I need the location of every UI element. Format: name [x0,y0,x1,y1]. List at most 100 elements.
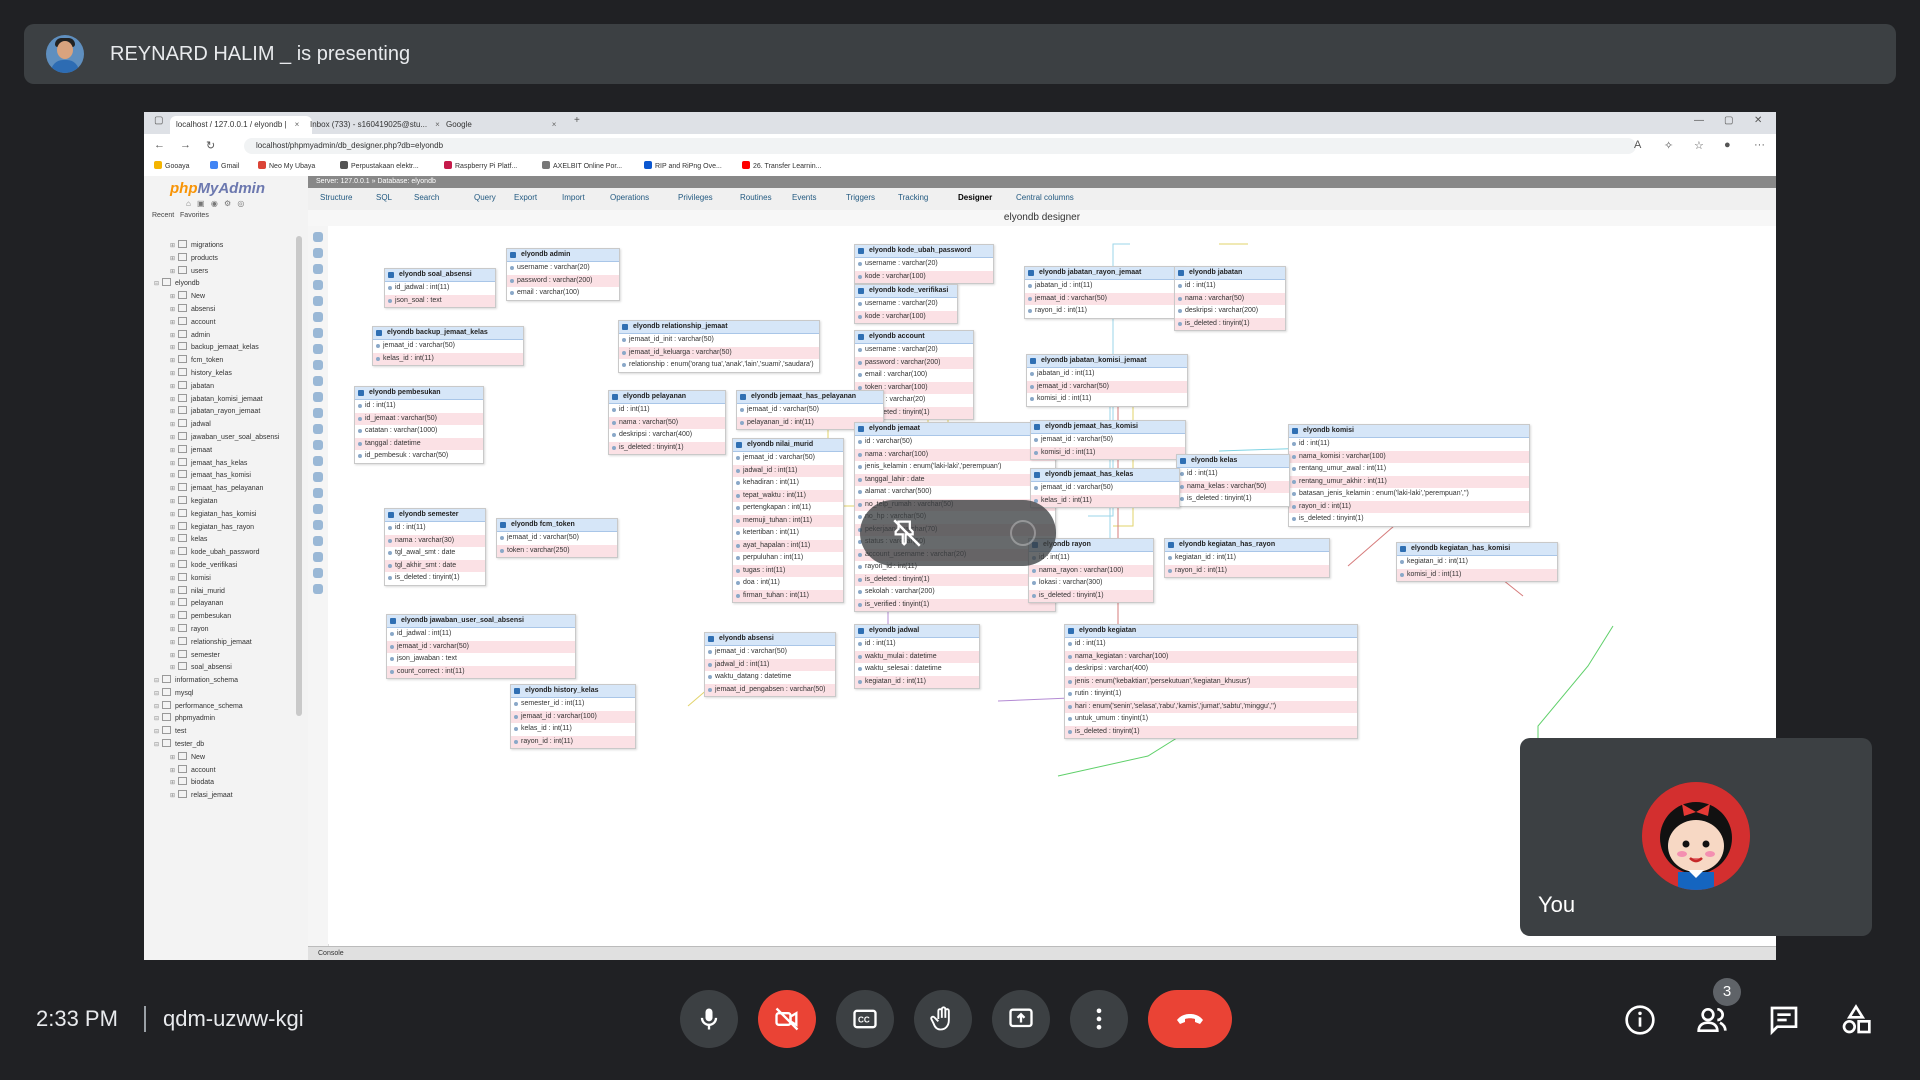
bookmark[interactable]: Perpustakaan elektr... [340,161,419,170]
er-table[interactable]: elyondb admin username : varchar(20) passw… [506,248,620,301]
er-table[interactable]: elyondb jadwal id : int(11) waktu_mulai : … [854,624,980,689]
toolbar-button[interactable] [313,328,323,338]
tree-item[interactable]: ⊞ account [154,316,304,330]
tree-item[interactable]: ⊞ migrations [154,240,304,253]
er-table[interactable]: elyondb semester id : int(11) nama : varch… [384,508,486,586]
tab-query[interactable]: Query [474,193,496,202]
er-table[interactable]: elyondb fcm_token jemaat_id : varchar(50)… [496,518,618,558]
reload-icon[interactable]: ↻ [206,139,215,152]
tree-item[interactable]: ⊞ New [154,751,304,765]
nav-scrollbar[interactable] [296,236,302,716]
toolbar-button[interactable] [313,440,323,450]
bookmark[interactable]: 26. Transfer Learnin... [742,161,821,170]
er-table-header[interactable]: elyondb kegiatan_has_rayon [1165,539,1329,552]
er-table[interactable]: elyondb jabatan_komisi_jemaat jabatan_id … [1026,354,1188,407]
er-table-header[interactable]: elyondb jawaban_user_soal_absensi [387,615,575,628]
tree-item[interactable]: ⊟ phpmyadmin [154,713,304,726]
toolbar-button[interactable] [313,472,323,482]
er-table-header[interactable]: elyondb soal_absensi [385,269,495,282]
toolbar-button[interactable] [313,280,323,290]
menu-icon[interactable]: ··· [1754,139,1765,151]
er-table-header[interactable]: elyondb jemaat [855,423,1055,436]
tab-operations[interactable]: Operations [610,193,649,202]
er-table[interactable]: elyondb jawaban_user_soal_absensi id_jadw… [386,614,576,679]
tab-events[interactable]: Events [792,193,816,202]
er-table[interactable]: elyondb kegiatan id : int(11) nama_kegiata… [1064,624,1358,739]
er-table-header[interactable]: elyondb absensi [705,633,835,646]
er-table-header[interactable]: elyondb jemaat_has_kelas [1031,469,1179,482]
bookmark[interactable]: RIP and RiPng Ove... [644,161,722,170]
new-tab-icon[interactable]: + [574,115,580,126]
back-icon[interactable]: ← [154,139,165,151]
toolbar-button[interactable] [313,248,323,258]
er-table[interactable]: elyondb jemaat_has_komisi jemaat_id : var… [1030,420,1186,460]
tab-triggers[interactable]: Triggers [846,193,875,202]
tree-item[interactable]: ⊟ mysql [154,687,304,701]
profile-icon[interactable]: ● [1724,139,1731,151]
tree-item[interactable]: ⊟ tester_db [154,739,304,752]
remove-icon[interactable] [1010,520,1036,546]
tab-list-icon[interactable]: ▢ [154,115,163,126]
toolbar-button[interactable] [313,424,323,434]
bookmark[interactable]: Gooaya [154,161,190,170]
tree-item[interactable]: ⊞ rayon [154,623,304,637]
bookmark[interactable]: AXELBIT Online Por... [542,161,622,170]
toolbar-button[interactable] [313,264,323,274]
bookmark[interactable]: Gmail [210,161,239,170]
tree-item[interactable]: ⊞ kegiatan [154,495,304,509]
er-table-header[interactable]: elyondb kode_ubah_password [855,245,993,258]
raise-hand-button[interactable] [914,990,972,1048]
read-aloud-icon[interactable]: A [1634,139,1641,151]
er-table-header[interactable]: elyondb semester [385,509,485,522]
tree-item[interactable]: ⊞ history_kelas [154,367,304,381]
tree-item[interactable]: ⊟ performance_schema [154,700,304,714]
unpin-icon[interactable] [890,516,924,550]
toolbar-button[interactable] [313,520,323,530]
tree-item[interactable]: ⊞ relationship_jemaat [154,636,304,650]
er-table[interactable]: elyondb soal_absensi id_jadwal : int(11) j… [384,268,496,308]
er-table-header[interactable]: elyondb kelas [1177,455,1289,468]
er-table[interactable]: elyondb relationship_jemaat jemaat_id_ini… [618,320,820,373]
tree-item[interactable]: ⊞ jemaat_has_pelayanan [154,483,304,496]
chat-icon[interactable] [1768,1004,1800,1036]
present-button[interactable] [992,990,1050,1048]
er-table-header[interactable]: elyondb pelayanan [609,391,725,404]
er-table-header[interactable]: elyondb history_kelas [511,685,635,698]
browser-tab[interactable]: Inbox (733) - s160419025@stu... × [304,116,448,134]
er-table[interactable]: elyondb jabatan id : int(11) nama : varcha… [1174,266,1286,331]
tab-sql[interactable]: SQL [376,193,392,202]
er-table-header[interactable]: elyondb jabatan [1175,267,1285,280]
extensions-icon[interactable]: ✧ [1664,139,1673,152]
toolbar-button[interactable] [313,376,323,386]
tree-item[interactable]: ⊞ soal_absensi [154,662,304,675]
tree-item[interactable]: ⊞ backup_jemaat_kelas [154,342,304,355]
er-table-header[interactable]: elyondb komisi [1289,425,1529,438]
er-table[interactable]: elyondb kelas id : int(11) nama_kelas : va… [1176,454,1290,507]
tab-tracking[interactable]: Tracking [898,193,928,202]
er-table-header[interactable]: elyondb jadwal [855,625,979,638]
er-table-header[interactable]: elyondb jemaat_has_pelayanan [737,391,883,404]
er-table-header[interactable]: elyondb jabatan_komisi_jemaat [1027,355,1187,368]
er-table[interactable]: elyondb jemaat_has_kelas jemaat_id : varc… [1030,468,1180,508]
er-table-header[interactable]: elyondb kegiatan_has_komisi [1397,543,1557,556]
er-table[interactable]: elyondb kegiatan_has_komisi kegiatan_id :… [1396,542,1558,582]
tree-item[interactable]: ⊞ kegiatan_has_rayon [154,521,304,535]
er-table-header[interactable]: elyondb jabatan_rayon_jemaat [1025,267,1185,280]
er-table-header[interactable]: elyondb kegiatan [1065,625,1357,638]
toolbar-button[interactable] [313,296,323,306]
console-bar[interactable]: Console [308,946,1776,960]
people-icon[interactable] [1696,1004,1728,1036]
er-table-header[interactable]: elyondb account [855,331,973,344]
tree-item[interactable]: ⊞ jemaat_has_kelas [154,457,304,471]
tree-item[interactable]: ⊞ jabatan_rayon_jemaat [154,406,304,419]
phpmyadmin-logo[interactable]: phpMyAdmin [170,180,265,197]
captions-button[interactable]: CC [836,990,894,1048]
tree-item[interactable]: ⊞ jabatan_komisi_jemaat [154,393,304,407]
tree-item[interactable]: ⊞ pembesukan [154,611,304,624]
er-table[interactable]: elyondb nilai_murid jemaat_id : varchar(5… [732,438,844,603]
toolbar-button[interactable] [313,392,323,402]
tree-item[interactable]: ⊞ jemaat_has_komisi [154,470,304,483]
tab-search[interactable]: Search [414,193,439,202]
tree-item[interactable]: ⊞ admin [154,329,304,343]
tree-item[interactable]: ⊞ jabatan [154,380,304,394]
